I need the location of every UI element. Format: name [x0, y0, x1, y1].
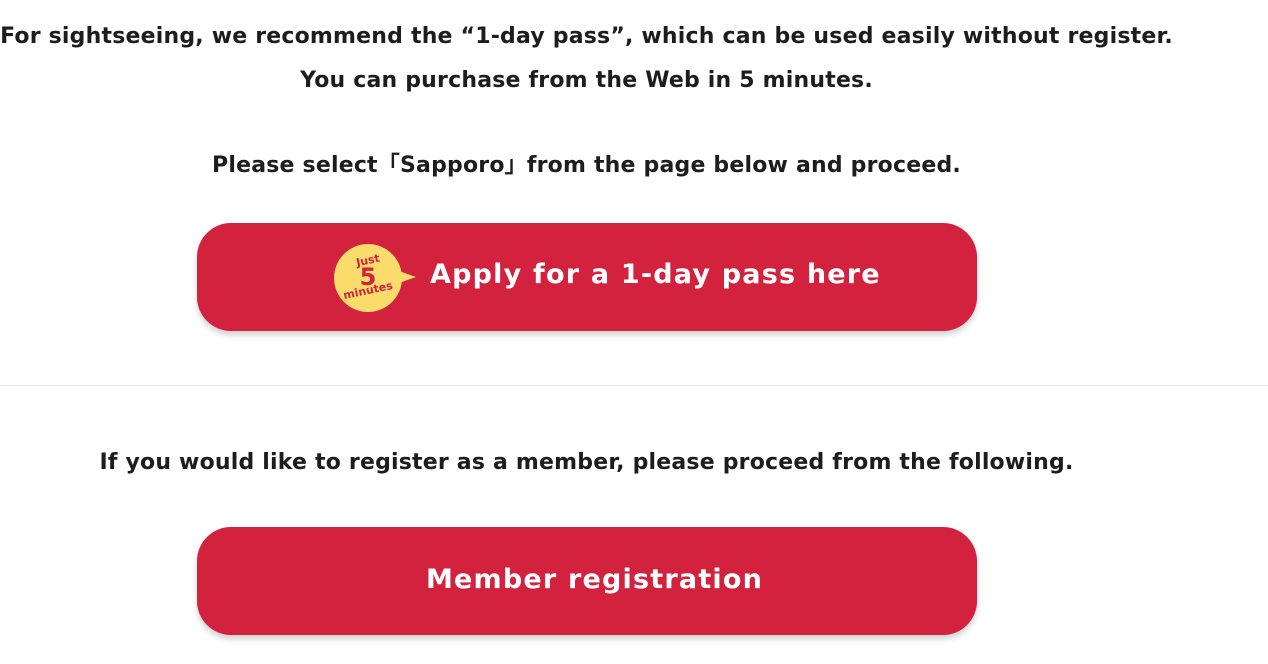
member-registration-text: If you would like to register as a membe…: [99, 450, 1074, 475]
just-5-minutes-badge: Just 5 minutes: [334, 243, 416, 313]
apply-button-label: Apply for a 1-day pass here: [430, 259, 881, 290]
select-sapporo-instruction: Please select「Sapporo」from the page belo…: [212, 153, 961, 178]
member-registration-button[interactable]: Member registration: [197, 527, 977, 635]
member-button-label: Member registration: [425, 564, 764, 595]
page: For sightseeing, we recommend the “1-day…: [0, 0, 1268, 664]
section-divider: [0, 385, 1268, 386]
purchase-time-text: You can purchase from the Web in 5 minut…: [300, 68, 873, 93]
apply-1-day-pass-button[interactable]: Just 5 minutes Apply for a 1-day pass he…: [197, 223, 977, 331]
sightseeing-recommendation-text: For sightseeing, we recommend the “1-day…: [0, 24, 1173, 49]
